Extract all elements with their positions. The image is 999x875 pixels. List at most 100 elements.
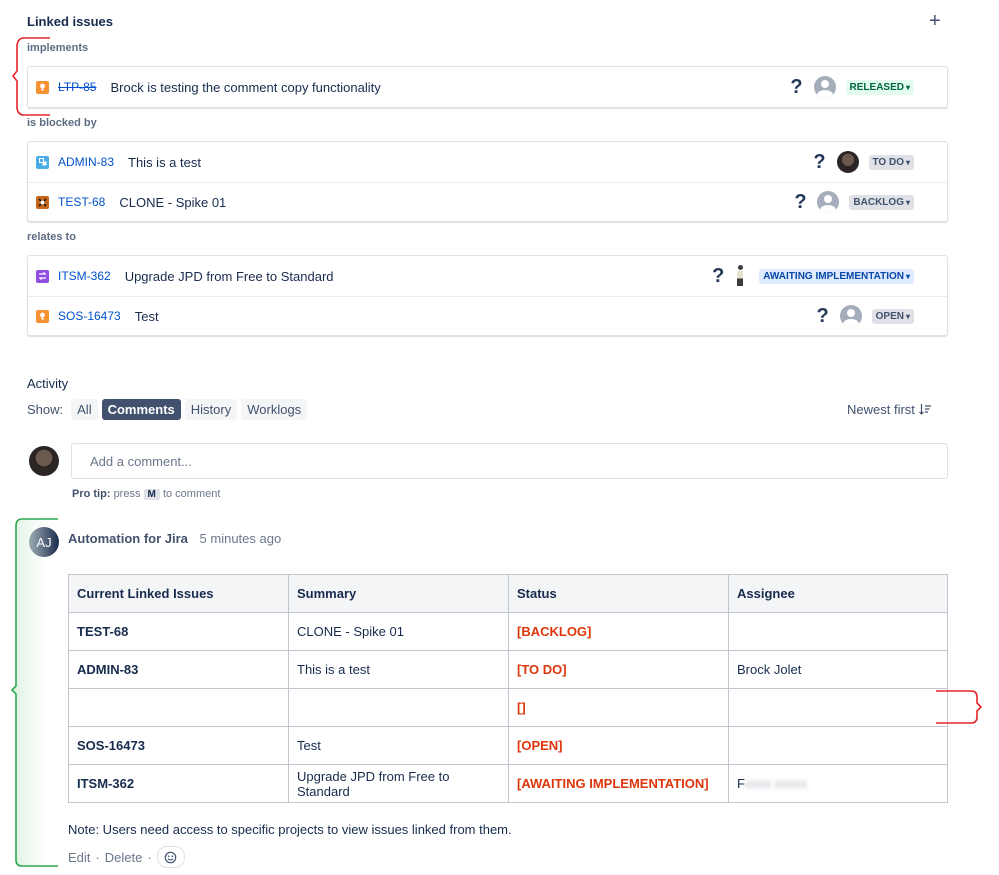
table-cell: TEST-68 [68,612,289,651]
spike-type-icon [36,195,49,209]
issue-summary[interactable]: Upgrade JPD from Free to Standard [125,269,334,284]
table-cell [288,688,509,727]
filter-history-button[interactable]: History [184,399,238,420]
assignee-name: F [737,776,745,791]
issue-key[interactable]: SOS-16473 [58,309,121,323]
issue-key[interactable]: ITSM-362 [58,269,111,283]
sort-order-button[interactable]: Newest first [847,402,931,417]
table-header: Summary [288,574,509,613]
table-cell: [BACKLOG] [508,612,729,651]
comment-author[interactable]: Automation for Jira [68,531,188,546]
table-cell: ITSM-362 [68,764,289,803]
status-lozenge[interactable]: BACKLOG ▾ [849,194,914,210]
issue-summary[interactable]: This is a test [128,155,201,170]
table-cell [68,688,289,727]
table-cell [728,688,948,727]
issue-summary[interactable]: Test [135,309,159,324]
user-avatar[interactable] [735,265,745,287]
table-header: Current Linked Issues [68,574,289,613]
linked-row[interactable]: LTP-85 Brock is testing the comment copy… [28,68,947,106]
activity-filter-bar: Show: All Comments History Worklogs [27,399,311,420]
linked-row[interactable]: ITSM-362 Upgrade JPD from Free to Standa… [28,257,947,295]
priority-unknown-icon: ? [816,304,829,327]
add-reaction-icon[interactable] [156,846,185,868]
linked-issues-table: Current Linked Issues Summary Status Ass… [68,574,948,803]
chevron-down-icon: ▾ [905,311,910,321]
linked-row[interactable]: ADMIN-83 This is a test ? TO DO ▾ [28,143,947,181]
issue-key[interactable]: LTP-85 [58,80,96,94]
pro-tip: Pro tip: press M to comment [72,488,221,500]
linked-panel-blocked-by: ADMIN-83 This is a test ? TO DO ▾ TEST-68… [27,141,948,222]
table-cell: Fxxxx xxxxx [728,764,948,803]
idea-type-icon [36,309,49,323]
table-cell [728,726,948,765]
table-cell [728,612,948,651]
change-type-icon [36,269,49,283]
activity-title: Activity [27,376,69,391]
comment-actions: Edit · Delete · [68,846,185,868]
comment-note: Note: Users need access to specific proj… [68,822,512,837]
chevron-down-icon: ▾ [905,157,910,167]
unassigned-avatar-icon[interactable] [839,305,862,327]
comment-time[interactable]: 5 minutes ago [200,531,282,546]
linked-issues-title: Linked issues [27,14,113,29]
table-cell: This is a test [288,650,509,689]
annotation-bracket-red [936,690,983,724]
issue-summary[interactable]: Brock is testing the comment copy functi… [110,80,380,95]
unassigned-avatar-icon[interactable] [813,76,836,98]
annotation-bracket-green [10,518,58,867]
chevron-down-icon: ▾ [905,271,910,281]
keyboard-shortcut-key: M [143,489,160,500]
filter-worklogs-button[interactable]: Worklogs [241,399,308,420]
linked-panel-relates-to: ITSM-362 Upgrade JPD from Free to Standa… [27,255,948,336]
filter-all-button[interactable]: All [71,399,98,420]
linked-row[interactable]: TEST-68 CLONE - Spike 01 ? BACKLOG ▾ [28,182,947,221]
current-user-avatar [29,446,59,476]
chevron-down-icon: ▾ [905,197,910,207]
status-lozenge[interactable]: TO DO ▾ [868,154,914,170]
table-cell: [OPEN] [508,726,729,765]
group-label-blocked-by: is blocked by [27,117,97,129]
sort-label: Newest first [847,402,915,417]
priority-unknown-icon: ? [790,75,803,98]
comment-header: Automation for Jira 5 minutes ago [68,531,281,546]
priority-unknown-icon: ? [712,264,725,287]
table-cell: CLONE - Spike 01 [288,612,509,651]
user-avatar[interactable] [836,151,859,173]
table-header-row: Current Linked Issues Summary Status Ass… [68,574,948,613]
separator: · [147,849,152,865]
priority-unknown-icon: ? [813,150,826,173]
annotation-bracket-red [12,37,50,116]
show-label: Show: [27,402,64,417]
chevron-down-icon: ▾ [905,82,910,92]
table-row: ITSM-362 Upgrade JPD from Free to Standa… [68,764,948,803]
status-lozenge[interactable]: AWAITING IMPLEMENTATION ▾ [759,268,914,284]
subtask-type-icon [36,155,49,169]
edit-link[interactable]: Edit [68,850,90,865]
add-link-icon[interactable]: + [929,11,941,31]
sort-icon [918,404,931,415]
table-cell: Upgrade JPD from Free to Standard [288,764,509,803]
filter-comments-button[interactable]: Comments [101,399,181,420]
linked-row[interactable]: SOS-16473 Test ? OPEN ▾ [28,296,947,335]
unassigned-avatar-icon[interactable] [817,191,840,213]
table-cell: [] [508,688,729,727]
table-cell: [AWAITING IMPLEMENTATION] [508,764,729,803]
table-header: Status [508,574,729,613]
table-cell: ADMIN-83 [68,650,289,689]
table-row: ADMIN-83 This is a test [TO DO] Brock Jo… [68,650,948,689]
issue-summary[interactable]: CLONE - Spike 01 [119,195,226,210]
add-comment-input[interactable]: Add a comment... [71,443,948,479]
table-cell: Test [288,726,509,765]
issue-key[interactable]: TEST-68 [58,195,105,209]
table-row: SOS-16473 Test [OPEN] [68,726,948,765]
redacted-text: xxxx xxxxx [744,776,808,791]
issue-key[interactable]: ADMIN-83 [58,155,114,169]
delete-link[interactable]: Delete [105,850,143,865]
table-cell: SOS-16473 [68,726,289,765]
status-lozenge[interactable]: RELEASED ▾ [845,79,914,95]
priority-unknown-icon: ? [794,190,807,213]
separator: · [95,849,100,865]
status-lozenge[interactable]: OPEN ▾ [871,308,914,324]
table-row: TEST-68 CLONE - Spike 01 [BACKLOG] [68,612,948,651]
